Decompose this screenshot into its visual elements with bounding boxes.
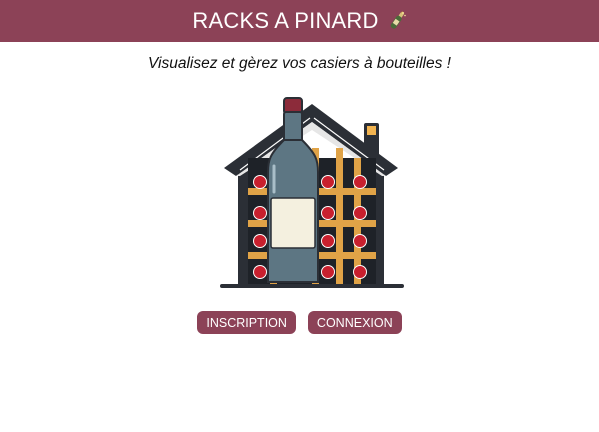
auth-actions: INSCRIPTION CONNEXION — [0, 311, 599, 334]
app-title: RACKS A PINARD — [192, 8, 379, 33]
header-title-group: RACKS A PINARD — [192, 8, 406, 34]
page-subtitle: Visualisez et gèrez vos casiers à boutei… — [148, 55, 451, 72]
app-header: RACKS A PINARD — [0, 0, 599, 42]
signup-button[interactable]: INSCRIPTION — [197, 311, 296, 334]
wine-rack-house-illustration — [220, 97, 404, 288]
landing-page: RACKS A PINARD Visualisez et gèrez vos c… — [0, 0, 599, 432]
champagne-bottle-icon — [390, 11, 406, 29]
login-button[interactable]: CONNEXION — [307, 311, 402, 334]
